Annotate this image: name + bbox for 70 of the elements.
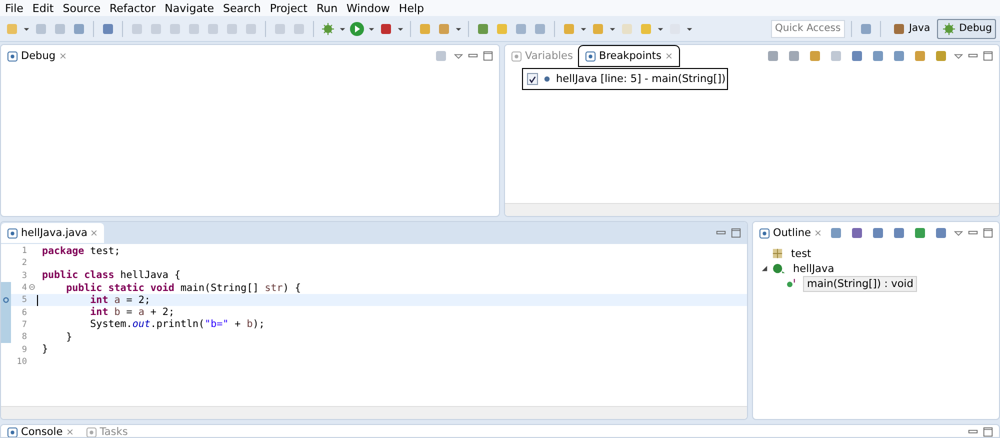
code-line: } bbox=[65, 332, 72, 343]
menu-item[interactable]: File bbox=[2, 2, 30, 14]
close-icon[interactable] bbox=[90, 229, 98, 237]
line-number: 6 bbox=[20, 308, 28, 318]
menu-item[interactable]: Help bbox=[396, 2, 430, 14]
menu-item[interactable]: Search bbox=[220, 2, 267, 14]
checkbox[interactable] bbox=[527, 73, 538, 85]
maximize-icon[interactable] bbox=[731, 228, 741, 238]
menu-item[interactable]: Project bbox=[266, 2, 314, 14]
code-line: } bbox=[42, 344, 48, 356]
java-file-icon bbox=[7, 228, 18, 238]
code-line: int a = 2; bbox=[89, 294, 150, 306]
perspective-button[interactable]: Java bbox=[886, 18, 934, 38]
breakpoints-icon bbox=[584, 50, 596, 62]
view-menu-icon[interactable] bbox=[954, 228, 963, 238]
code-line: public static void main(String[] str) { bbox=[65, 282, 301, 294]
outline-icon bbox=[759, 228, 770, 238]
expander-icon[interactable] bbox=[761, 265, 768, 272]
code-line: package test; bbox=[42, 246, 120, 257]
perspective-button[interactable]: Debug bbox=[937, 18, 996, 38]
scrollbar[interactable] bbox=[505, 203, 999, 216]
breakpoint-row[interactable]: hellJava [line: 5] - main(String[]) bbox=[523, 69, 727, 89]
line-number: 3 bbox=[20, 270, 28, 281]
line-number: 2 bbox=[20, 258, 28, 268]
code-line: System.out.println("b=" + b); bbox=[89, 319, 265, 330]
variables-icon bbox=[511, 50, 522, 62]
menu-item[interactable]: Refactor bbox=[106, 2, 162, 14]
line-number: 5 bbox=[20, 295, 28, 306]
maximize-icon[interactable] bbox=[483, 51, 493, 61]
view-tab[interactable]: hellJava.java bbox=[1, 223, 104, 243]
check-icon bbox=[528, 74, 537, 84]
maximize-icon[interactable] bbox=[983, 427, 993, 437]
menu-item[interactable]: Run bbox=[313, 2, 344, 14]
line-number: 1 bbox=[20, 246, 28, 256]
line-number: 9 bbox=[20, 344, 28, 355]
scrollbar[interactable] bbox=[1, 406, 747, 419]
package-icon bbox=[772, 248, 783, 259]
outline-item[interactable]: test bbox=[787, 246, 816, 262]
close-icon[interactable] bbox=[814, 229, 822, 237]
quick-access-field[interactable]: Quick Access bbox=[770, 20, 845, 38]
breakpoint-icon[interactable] bbox=[3, 297, 9, 304]
run-icon[interactable] bbox=[349, 20, 365, 36]
maximize-icon[interactable] bbox=[983, 228, 993, 238]
code-line: int b = a + 2; bbox=[89, 307, 174, 318]
class-icon bbox=[772, 263, 785, 274]
close-icon[interactable] bbox=[66, 428, 74, 436]
menu-item[interactable]: Navigate bbox=[162, 2, 220, 14]
line-number: 4 bbox=[20, 283, 28, 294]
menu-item[interactable]: Source bbox=[60, 2, 107, 14]
fold-icon[interactable] bbox=[29, 284, 35, 290]
outline-item[interactable]: hellJava bbox=[789, 260, 838, 276]
tasks-icon bbox=[86, 426, 97, 437]
menu-item[interactable]: Edit bbox=[29, 2, 60, 14]
breakpoint-icon bbox=[544, 76, 550, 82]
code-line: public class hellJava { bbox=[42, 270, 180, 282]
line-number: 7 bbox=[20, 320, 28, 330]
bug-icon[interactable] bbox=[941, 20, 958, 36]
outline-item[interactable]: main(String[]) : void bbox=[803, 276, 918, 292]
view-menu-icon[interactable] bbox=[954, 52, 963, 60]
view-menu-icon[interactable] bbox=[454, 52, 463, 60]
debug-icon bbox=[7, 50, 18, 62]
close-icon[interactable] bbox=[58, 52, 67, 60]
maximize-icon[interactable] bbox=[983, 51, 993, 61]
line-number: 8 bbox=[20, 332, 28, 342]
text-cursor bbox=[37, 294, 38, 306]
breakpoint-label: hellJava [line: 5] - main(String[]) bbox=[556, 73, 726, 85]
console-icon bbox=[7, 426, 18, 437]
close-icon[interactable] bbox=[664, 52, 672, 60]
menu-item[interactable]: Window bbox=[344, 2, 396, 14]
line-number: 10 bbox=[16, 356, 28, 367]
